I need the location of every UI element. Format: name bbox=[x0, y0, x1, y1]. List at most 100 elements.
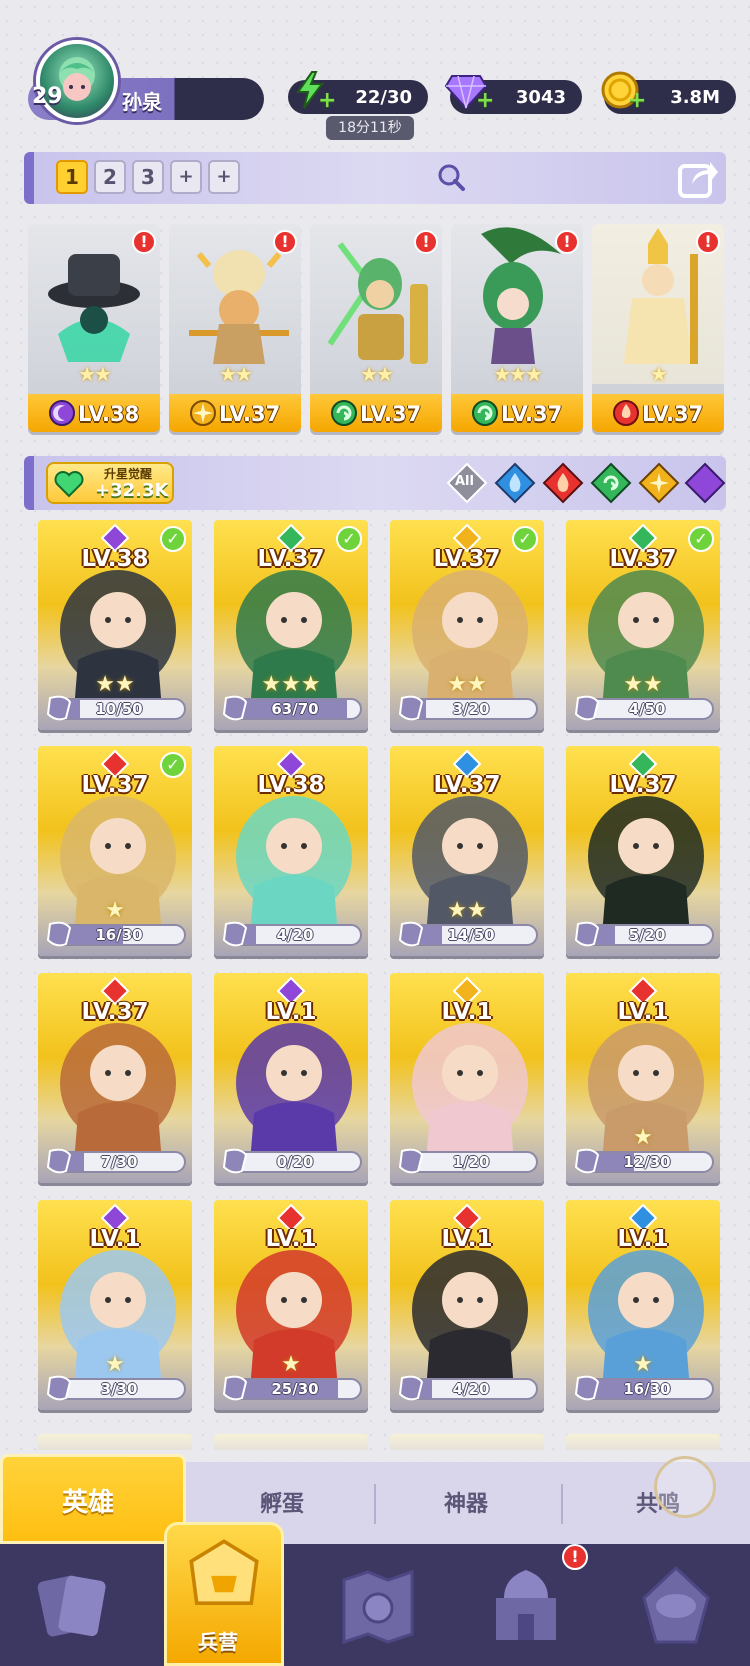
hero-level: LV.1 bbox=[89, 1226, 141, 1252]
wind-filter-icon[interactable] bbox=[590, 462, 632, 504]
barracks-icon bbox=[189, 1539, 259, 1605]
hero-card[interactable]: LV.38 4/20 bbox=[214, 746, 368, 956]
gold-value: 3.8M bbox=[670, 86, 720, 108]
hero-level: LV.37 bbox=[219, 402, 281, 426]
hero-card-peek bbox=[390, 1434, 544, 1450]
hero-level: LV.1 bbox=[265, 999, 317, 1025]
shard-icon bbox=[222, 695, 248, 721]
hero-card[interactable]: LV.37 ✓ ★★★ 63/70 bbox=[214, 520, 368, 730]
light-element-icon bbox=[190, 400, 216, 426]
hero-card-peek bbox=[566, 1434, 720, 1450]
hero-card[interactable]: LV.37 ✓ ★★ 3/20 bbox=[390, 520, 544, 730]
shard-icon bbox=[398, 695, 424, 721]
gem-value: 3043 bbox=[515, 86, 566, 108]
team-slot-2[interactable]: 2 bbox=[94, 160, 126, 194]
star-rating: ★★ bbox=[78, 362, 112, 386]
gold-add-icon[interactable]: + bbox=[628, 88, 646, 113]
filter-all[interactable]: All bbox=[446, 462, 488, 504]
temple-icon[interactable] bbox=[478, 1558, 574, 1654]
hero-card[interactable]: LV.1 ★ 3/30 bbox=[38, 1200, 192, 1410]
shard-icon bbox=[222, 1375, 248, 1401]
hero-card[interactable]: LV.37 5/20 bbox=[566, 746, 720, 956]
gem-add-icon[interactable]: + bbox=[476, 88, 494, 113]
shard-icon bbox=[46, 1375, 72, 1401]
guild-icon[interactable] bbox=[628, 1558, 724, 1654]
hero-card-peek bbox=[214, 1434, 368, 1450]
team-slot-1[interactable]: 1 bbox=[56, 160, 88, 194]
search-icon[interactable] bbox=[436, 162, 466, 192]
shard-icon bbox=[222, 1148, 248, 1174]
player-level: 29 bbox=[32, 84, 63, 109]
hero-card-peek bbox=[38, 1434, 192, 1450]
fire-filter-icon[interactable] bbox=[542, 462, 584, 504]
hero-card[interactable]: LV.37 ★★ 14/50 bbox=[390, 746, 544, 956]
hero-card[interactable]: LV.1 ★ 12/30 bbox=[566, 973, 720, 1183]
hero-level: LV.1 bbox=[265, 1226, 317, 1252]
cards-icon[interactable] bbox=[24, 1558, 120, 1654]
awaken-value: +32.3K bbox=[95, 480, 169, 501]
energy-add-icon[interactable]: + bbox=[318, 88, 336, 113]
filter-all-label: All bbox=[455, 474, 474, 489]
map-icon[interactable] bbox=[330, 1558, 426, 1654]
team-slot-3[interactable]: 3 bbox=[132, 160, 164, 194]
floating-action-button[interactable] bbox=[654, 1456, 716, 1518]
hero-card[interactable]: LV.37 ✓ ★ 16/30 bbox=[38, 746, 192, 956]
energy-timer: 18分11秒 bbox=[326, 116, 414, 140]
hero-card[interactable]: LV.38 ✓ ★★ 10/50 bbox=[38, 520, 192, 730]
hero-card[interactable]: LV.1 1/20 bbox=[390, 973, 544, 1183]
shard-icon bbox=[46, 695, 72, 721]
player-name: 孙泉 bbox=[122, 90, 162, 114]
hero-level: LV.38 bbox=[257, 772, 325, 798]
team-hero-card-2[interactable]: ! ★★ LV.37 bbox=[169, 224, 301, 432]
tab-artifacts[interactable]: 神器 bbox=[444, 1486, 488, 1518]
hero-card[interactable]: LV.1 ★ 16/30 bbox=[566, 1200, 720, 1410]
water-filter-icon[interactable] bbox=[494, 462, 536, 504]
alert-badge: ! bbox=[273, 230, 297, 254]
hero-card[interactable]: LV.37 ✓ ★★ 4/50 bbox=[566, 520, 720, 730]
player-avatar[interactable] bbox=[36, 40, 118, 122]
hero-level: LV.1 bbox=[617, 1226, 669, 1252]
team-hero-card-4[interactable]: ! ★★★ LV.37 bbox=[451, 224, 583, 432]
alert-badge: ! bbox=[555, 230, 579, 254]
hero-level: LV.1 bbox=[617, 999, 669, 1025]
fire-element-icon bbox=[613, 400, 639, 426]
light-filter-icon[interactable] bbox=[638, 462, 680, 504]
dark-element-icon bbox=[49, 400, 75, 426]
hero-card[interactable]: LV.1 4/20 bbox=[390, 1200, 544, 1410]
team-hero-card-1[interactable]: ! ★★ LV.38 bbox=[28, 224, 160, 432]
heart-icon bbox=[54, 471, 84, 498]
shard-icon bbox=[574, 1148, 600, 1174]
alert-badge: ! bbox=[696, 230, 720, 254]
star-rating: ★★ bbox=[360, 362, 394, 386]
hero-card[interactable]: LV.1 ★ 25/30 bbox=[214, 1200, 368, 1410]
check-icon: ✓ bbox=[512, 526, 538, 552]
hero-level: LV.37 bbox=[81, 999, 149, 1025]
share-icon[interactable] bbox=[676, 156, 720, 200]
hero-level: LV.1 bbox=[441, 1226, 493, 1252]
team-hero-card-3[interactable]: ! ★★ LV.37 bbox=[310, 224, 442, 432]
star-rating: ★★ bbox=[219, 362, 253, 386]
star-rating: ★★★ bbox=[493, 362, 543, 386]
shard-icon bbox=[574, 695, 600, 721]
hero-level: LV.38 bbox=[78, 402, 140, 426]
hero-card[interactable]: LV.37 7/30 bbox=[38, 973, 192, 1183]
shard-icon bbox=[398, 1148, 424, 1174]
shard-icon bbox=[46, 921, 72, 947]
shard-icon bbox=[398, 1375, 424, 1401]
tab-hatch[interactable]: 孵蛋 bbox=[260, 1486, 304, 1518]
team-slot-add-2[interactable]: + bbox=[208, 160, 240, 194]
shard-icon bbox=[398, 921, 424, 947]
hero-card[interactable]: LV.1 0/20 bbox=[214, 973, 368, 1183]
dark-filter-icon[interactable] bbox=[684, 462, 726, 504]
team-hero-card-5[interactable]: ! ★ LV.37 bbox=[592, 224, 724, 432]
check-icon: ✓ bbox=[160, 526, 186, 552]
shard-icon bbox=[574, 1375, 600, 1401]
wind-element-icon bbox=[331, 400, 357, 426]
hero-level: LV.37 bbox=[360, 402, 422, 426]
tab-heroes-label: 英雄 bbox=[62, 1488, 115, 1518]
check-icon: ✓ bbox=[688, 526, 714, 552]
alert-badge: ! bbox=[414, 230, 438, 254]
energy-value: 22/30 bbox=[355, 86, 412, 108]
shard-icon bbox=[222, 921, 248, 947]
team-slot-add-1[interactable]: + bbox=[170, 160, 202, 194]
